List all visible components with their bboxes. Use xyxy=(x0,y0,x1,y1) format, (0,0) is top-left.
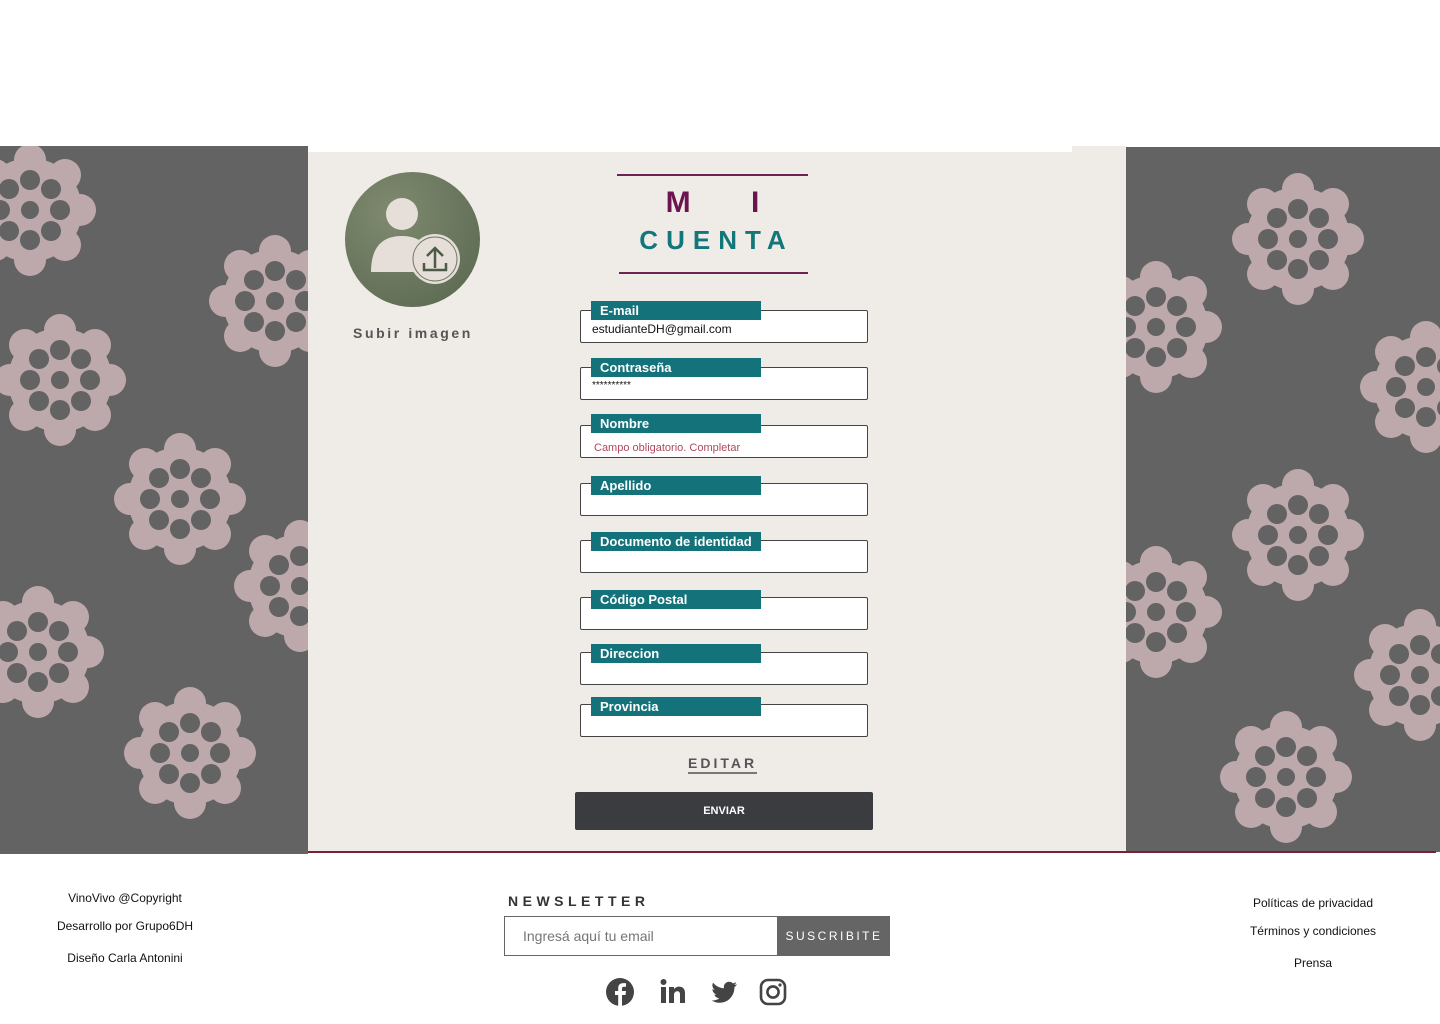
footer-developed-by: Desarrollo por Grupo6DH xyxy=(56,919,194,933)
edit-button[interactable]: EDITAR xyxy=(688,755,758,774)
twitter-icon[interactable] xyxy=(708,976,740,1008)
postal-code-field[interactable]: Código Postal xyxy=(580,590,868,630)
footer-copyright: VinoVivo @Copyright xyxy=(68,891,182,905)
email-field[interactable]: E-mail estudianteDH@gmail.com xyxy=(580,301,868,343)
newsletter-email-input[interactable] xyxy=(504,916,778,956)
user-upload-icon xyxy=(371,198,460,284)
right-gap-strip xyxy=(1072,146,1126,852)
newsletter-title: NEWSLETTER xyxy=(508,893,650,909)
footer-privacy-link[interactable]: Políticas de privacidad xyxy=(1228,896,1398,910)
title-top-rule xyxy=(617,174,808,176)
submit-button[interactable]: ENVIAR xyxy=(575,792,873,830)
avatar-upload[interactable] xyxy=(345,172,480,307)
flower-pattern-left xyxy=(0,146,308,819)
lastname-field[interactable]: Apellido xyxy=(580,476,868,516)
postal-code-label: Código Postal xyxy=(591,590,761,609)
lastname-label: Apellido xyxy=(591,476,761,495)
province-field[interactable]: Provincia xyxy=(580,697,868,737)
password-value: ********** xyxy=(592,380,631,391)
upload-image-label[interactable]: Subir imagen xyxy=(340,325,486,341)
password-field[interactable]: Contraseña ********** xyxy=(580,358,868,400)
title-bottom-rule xyxy=(619,272,808,274)
name-error-message: Campo obligatorio. Completar xyxy=(594,442,741,454)
id-document-label: Documento de identidad xyxy=(591,532,761,551)
province-label: Provincia xyxy=(591,697,761,716)
left-decorative-panel xyxy=(0,146,308,854)
name-label: Nombre xyxy=(591,414,761,433)
id-document-field[interactable]: Documento de identidad xyxy=(580,532,868,573)
address-label: Direccion xyxy=(591,644,761,663)
panel-bottom-border xyxy=(308,851,1436,853)
instagram-icon[interactable] xyxy=(757,976,789,1008)
linkedin-icon[interactable] xyxy=(657,976,689,1008)
address-field[interactable]: Direccion xyxy=(580,644,868,685)
subscribe-button[interactable]: SUSCRIBITE xyxy=(778,916,890,956)
email-value: estudianteDH@gmail.com xyxy=(592,322,732,336)
footer-press-link[interactable]: Prensa xyxy=(1228,956,1398,970)
email-label: E-mail xyxy=(591,301,761,320)
name-field[interactable]: Nombre Campo obligatorio. Completar xyxy=(580,414,868,458)
footer-design-by: Diseño Carla Antonini xyxy=(67,951,183,965)
footer-terms-link[interactable]: Términos y condiciones xyxy=(1228,924,1398,938)
password-label: Contraseña xyxy=(591,358,761,377)
page-title-line1: M I xyxy=(665,186,786,219)
flower-pattern-right xyxy=(1126,173,1440,843)
facebook-icon[interactable] xyxy=(604,976,636,1008)
right-decorative-panel xyxy=(1126,147,1440,852)
page-title-line2: CUENTA xyxy=(639,225,794,255)
